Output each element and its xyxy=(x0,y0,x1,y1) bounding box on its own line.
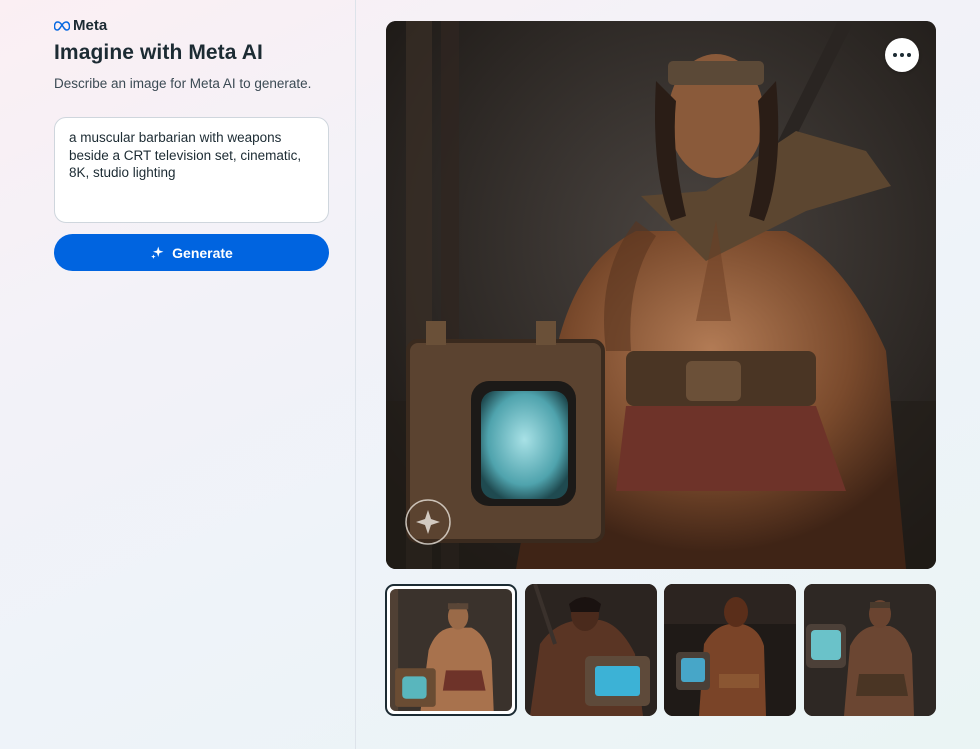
thumbnail-image xyxy=(525,584,657,716)
barbarian-image xyxy=(386,21,936,569)
prompt-input[interactable]: a muscular barbarian with weapons beside… xyxy=(54,117,329,223)
thumbnail-1[interactable] xyxy=(385,584,517,716)
thumbnail-image xyxy=(804,584,936,716)
thumbnail-4[interactable] xyxy=(804,584,936,716)
thumbnail-3[interactable] xyxy=(664,584,796,716)
thumbnail-2[interactable] xyxy=(525,584,657,716)
generate-button-label: Generate xyxy=(172,244,233,261)
more-horizontal-icon xyxy=(893,53,897,57)
meta-infinity-icon xyxy=(54,20,70,31)
page-title: Imagine with Meta AI xyxy=(54,41,263,64)
brand-name: Meta xyxy=(73,17,108,34)
sparkle-icon xyxy=(151,246,164,259)
prompt-panel: Meta Imagine with Meta AI Describe an im… xyxy=(0,0,356,749)
image-variations xyxy=(385,584,936,716)
thumbnail-image xyxy=(664,584,796,716)
more-options-button[interactable] xyxy=(885,38,919,72)
generate-button[interactable]: Generate xyxy=(54,234,329,271)
thumbnail-image xyxy=(390,589,512,711)
main-generated-image[interactable] xyxy=(386,21,936,569)
meta-logo[interactable]: Meta xyxy=(54,17,107,34)
page-subtitle: Describe an image for Meta AI to generat… xyxy=(54,76,312,91)
